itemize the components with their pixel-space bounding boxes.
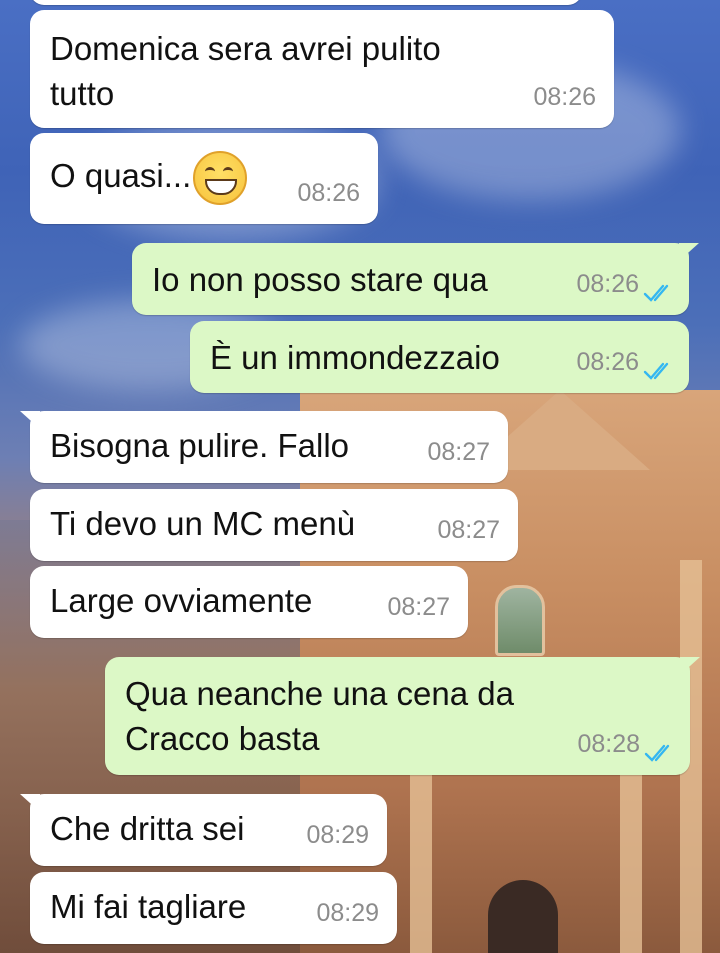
- message-timestamp: 08:28: [577, 730, 640, 758]
- message-bubble-incoming[interactable]: O quasi... 08:26: [30, 133, 378, 224]
- message-timestamp: 08:29: [306, 821, 369, 849]
- read-receipt-icon: [644, 744, 670, 762]
- message-bubble-outgoing[interactable]: È un immondezzaio 08:26: [190, 321, 689, 393]
- message-timestamp: 08:27: [437, 516, 500, 544]
- message-timestamp: 08:26: [576, 270, 639, 298]
- message-bubble-outgoing[interactable]: Io non posso stare qua 08:26: [132, 243, 689, 315]
- message-text: Io non posso stare qua: [152, 261, 488, 298]
- read-receipt-icon: [643, 284, 669, 302]
- message-timestamp: 08:29: [316, 899, 379, 927]
- message-text: È un immondezzaio: [210, 339, 500, 376]
- message-text: Ti devo un MC menù: [50, 505, 356, 542]
- message-bubble-partial[interactable]: [30, 0, 582, 5]
- message-bubble-incoming[interactable]: Bisogna pulire. Fallo 08:27: [30, 411, 508, 483]
- message-text: Large ovviamente: [50, 582, 313, 619]
- message-text: Mi fai tagliare: [50, 888, 247, 925]
- message-timestamp: 08:26: [533, 83, 596, 111]
- message-bubble-incoming[interactable]: Che dritta sei 08:29: [30, 794, 387, 866]
- message-text: Che dritta sei: [50, 810, 245, 847]
- message-list[interactable]: Domenica sera avrei pulito tutto 08:26 O…: [0, 0, 720, 953]
- message-bubble-outgoing[interactable]: Qua neanche una cena da Cracco basta 08:…: [105, 657, 690, 775]
- message-bubble-incoming[interactable]: Domenica sera avrei pulito tutto 08:26: [30, 10, 614, 128]
- message-text: O quasi...: [50, 157, 192, 194]
- message-timestamp: 08:26: [576, 348, 639, 376]
- message-timestamp: 08:26: [297, 179, 360, 207]
- read-receipt-icon: [643, 362, 669, 380]
- message-text: Domenica sera avrei pulito tutto: [50, 30, 441, 112]
- message-bubble-incoming[interactable]: Ti devo un MC menù 08:27: [30, 489, 518, 561]
- message-text: Qua neanche una cena da Cracco basta: [125, 675, 514, 757]
- message-text: Bisogna pulire. Fallo: [50, 427, 349, 464]
- message-bubble-incoming[interactable]: Large ovviamente 08:27: [30, 566, 468, 638]
- message-timestamp: 08:27: [427, 438, 490, 466]
- grinning-face-icon: [193, 151, 248, 206]
- message-bubble-incoming[interactable]: Mi fai tagliare 08:29: [30, 872, 397, 944]
- message-timestamp: 08:27: [387, 593, 450, 621]
